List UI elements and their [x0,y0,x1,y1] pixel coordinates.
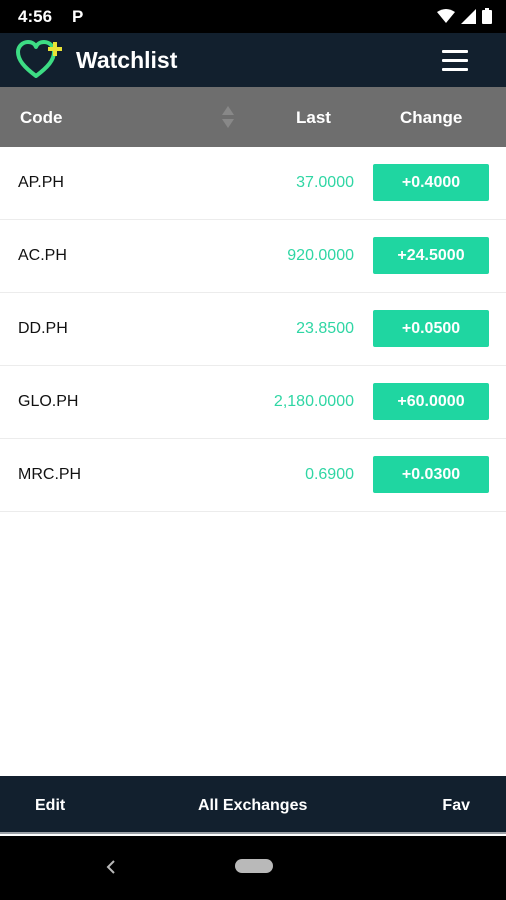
signal-icon [461,8,476,24]
table-row[interactable]: AC.PH 920.0000 +24.5000 [0,220,506,293]
header-code[interactable]: Code [20,108,63,128]
status-time: 4:56 [18,7,53,26]
row-last: 0.6900 [305,466,354,483]
row-last: 2,180.0000 [273,393,354,410]
edit-button[interactable]: Edit [35,797,65,815]
row-code: MRC.PH [18,466,82,483]
row-code: GLO.PH [18,393,79,410]
heart-plus-icon [16,40,62,78]
fav-tab[interactable]: Fav [442,797,470,815]
row-code: DD.PH [18,320,68,337]
row-last: 920.0000 [287,247,354,264]
table-row[interactable]: GLO.PH 2,180.0000 +60.0000 [0,366,506,439]
change-badge[interactable]: +24.5000 [373,237,489,274]
header-change[interactable]: Change [400,108,462,128]
parking-app-indicator: P [72,7,84,26]
sort-icon[interactable] [221,105,235,129]
all-exchanges-tab[interactable]: All Exchanges [198,797,307,815]
battery-icon [482,8,492,24]
system-nav-bar [0,836,506,900]
change-badge[interactable]: +0.0300 [373,456,489,493]
table-row[interactable]: AP.PH 37.0000 +0.4000 [0,147,506,220]
table-header: Code Last Change [0,87,506,147]
header-last[interactable]: Last [296,108,331,128]
bottom-tab-bar: Edit All Exchanges Fav [0,776,506,834]
table-row[interactable]: MRC.PH 0.6900 +0.0300 [0,439,506,512]
row-code: AP.PH [18,174,64,191]
row-last: 23.8500 [296,320,354,337]
home-pill-icon[interactable] [235,859,273,873]
status-bar: 4:56 P [0,0,506,33]
page-title: Watchlist [76,47,178,73]
row-code: AC.PH [18,247,67,264]
hamburger-menu-icon[interactable] [442,50,468,72]
wifi-icon [437,9,455,23]
change-badge[interactable]: +0.0500 [373,310,489,347]
back-icon[interactable] [103,855,119,879]
status-icons [437,8,492,24]
watchlist-list: AP.PH 37.0000 +0.4000 AC.PH 920.0000 +24… [0,147,506,512]
change-badge[interactable]: +0.4000 [373,164,489,201]
change-badge[interactable]: +60.0000 [373,383,489,420]
table-row[interactable]: DD.PH 23.8500 +0.0500 [0,293,506,366]
row-last: 37.0000 [296,174,354,191]
app-bar: Watchlist [0,33,506,87]
